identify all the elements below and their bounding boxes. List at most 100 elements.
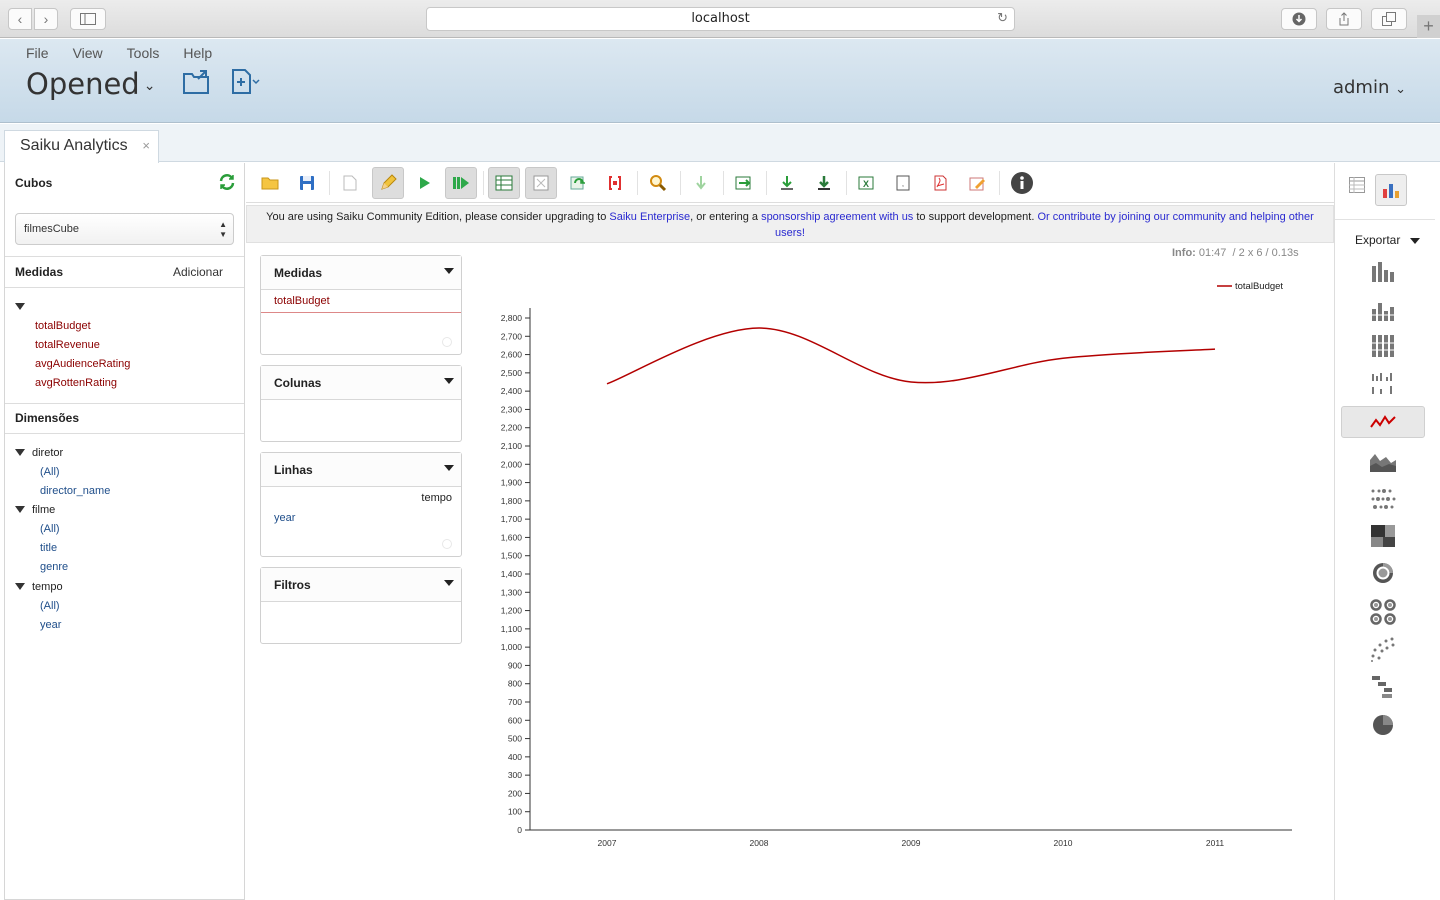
export-csv-button[interactable]: , — [887, 167, 919, 199]
x-tick-label: 2007 — [598, 838, 617, 848]
dropdown-arrow-icon[interactable] — [444, 378, 454, 384]
cube-select[interactable]: filmesCube ▲ ▼ — [15, 213, 234, 245]
sidebar-icon — [80, 13, 96, 25]
chart-type-scatter[interactable] — [1341, 633, 1425, 665]
export-xls-button[interactable]: X — [850, 167, 882, 199]
add-measure-button[interactable]: Adicionar — [173, 265, 223, 279]
chart-type-bar[interactable] — [1341, 256, 1425, 288]
collapse-triangle-icon[interactable] — [15, 303, 25, 310]
divider — [5, 403, 244, 404]
level-item[interactable]: genre — [40, 561, 68, 573]
dimension-tempo[interactable]: tempo — [32, 581, 63, 593]
close-icon[interactable]: × — [142, 131, 150, 161]
chart-type-multi-sunburst[interactable] — [1341, 596, 1425, 628]
chart-series — [606, 327, 1216, 385]
y-tick-label: 2,700 — [501, 331, 523, 341]
y-tick-label: 600 — [508, 715, 522, 725]
toggle-fields-button[interactable] — [488, 167, 520, 199]
chart-type-stacked[interactable] — [1341, 295, 1425, 327]
level-item[interactable]: director_name — [40, 485, 110, 497]
export-pdf-button[interactable] — [924, 167, 956, 199]
drill-across-button[interactable] — [771, 167, 803, 199]
new-query-button[interactable] — [334, 167, 366, 199]
share-button[interactable] — [1326, 8, 1362, 30]
tabs-overview-button[interactable] — [1371, 8, 1407, 30]
new-query-icon[interactable] — [231, 69, 261, 95]
chart-type-dot[interactable] — [1341, 483, 1425, 515]
measure-item[interactable]: totalRevenue — [35, 339, 100, 351]
chart-type-waterfall[interactable] — [1341, 671, 1425, 703]
collapse-triangle-icon[interactable] — [15, 583, 25, 590]
drill-through-export-button[interactable] — [808, 167, 840, 199]
menu-tools[interactable]: Tools — [127, 45, 160, 61]
level-chip[interactable]: year — [274, 512, 295, 524]
non-empty-button[interactable] — [599, 167, 631, 199]
open-folder-icon[interactable] — [183, 69, 213, 95]
opened-menu[interactable]: Opened ⌄ — [26, 67, 155, 101]
cubes-heading: Cubos — [15, 176, 53, 190]
measure-chip[interactable]: totalBudget — [274, 295, 330, 307]
x-tick-label: 2011 — [1206, 838, 1225, 848]
address-bar[interactable]: localhost ↻ — [426, 7, 1015, 31]
run-query-button[interactable] — [408, 167, 440, 199]
toggle-sidebar-button[interactable] — [525, 167, 557, 199]
mdx-button[interactable] — [642, 167, 674, 199]
refresh-icon[interactable] — [218, 173, 236, 191]
dropdown-arrow-icon[interactable] — [444, 580, 454, 586]
chart-type-heatgrid[interactable] — [1341, 520, 1425, 552]
level-item[interactable]: (All) — [40, 523, 60, 535]
chart-type-sunburst[interactable] — [1341, 557, 1425, 589]
about-button[interactable] — [1006, 167, 1038, 199]
x-tick-label: 2010 — [1054, 838, 1073, 848]
auto-execute-button[interactable] — [445, 167, 477, 199]
measure-item[interactable]: avgAudienceRating — [35, 358, 130, 370]
collapse-triangle-icon[interactable] — [15, 449, 25, 456]
reload-icon[interactable]: ↻ — [997, 8, 1008, 30]
y-tick-label: 2,500 — [501, 368, 523, 378]
export-label: Exportar — [1355, 233, 1401, 247]
pdf-icon — [934, 175, 947, 191]
new-tab-button[interactable]: + — [1417, 15, 1440, 38]
notice-text: , or entering a — [690, 211, 762, 223]
level-item[interactable]: title — [40, 542, 57, 554]
forward-button[interactable]: › — [34, 8, 58, 30]
y-tick-label: 1,800 — [501, 496, 523, 506]
table-view-icon[interactable] — [1349, 177, 1365, 193]
chart-type-area[interactable] — [1341, 446, 1425, 478]
dimension-filme[interactable]: filme — [32, 504, 55, 516]
collapse-triangle-icon[interactable] — [15, 506, 25, 513]
export-menu[interactable]: Exportar — [1355, 233, 1420, 247]
edit-query-button[interactable] — [372, 167, 404, 199]
export-image-button[interactable] — [961, 167, 993, 199]
zoom-mode-button[interactable] — [728, 167, 760, 199]
level-item[interactable]: (All) — [40, 600, 60, 612]
info-label: Info: — [1172, 247, 1196, 259]
chart-type-multiple[interactable] — [1341, 367, 1425, 399]
drillthrough-button[interactable] — [685, 167, 717, 199]
menu-file[interactable]: File — [26, 45, 49, 61]
measure-item[interactable]: avgRottenRating — [35, 377, 117, 389]
open-query-button[interactable] — [254, 167, 286, 199]
dimension-diretor[interactable]: diretor — [32, 447, 63, 459]
user-menu[interactable]: admin ⌄ — [1333, 77, 1406, 98]
tab-saiku-analytics[interactable]: Saiku Analytics × — [4, 130, 159, 163]
chart-type-100-percent[interactable] — [1341, 330, 1425, 362]
sponsorship-link[interactable]: sponsorship agreement with us — [761, 211, 913, 223]
back-button[interactable]: ‹ — [8, 8, 32, 30]
downloads-button[interactable] — [1281, 8, 1317, 30]
menu-view[interactable]: View — [73, 45, 103, 61]
sidebar-toggle-button[interactable] — [70, 8, 106, 30]
save-query-button[interactable] — [291, 167, 323, 199]
menu-help[interactable]: Help — [183, 45, 212, 61]
saiku-enterprise-link[interactable]: Saiku Enterprise — [609, 211, 690, 223]
chart-view-button[interactable] — [1375, 174, 1407, 206]
level-item[interactable]: (All) — [40, 466, 60, 478]
level-item[interactable]: year — [40, 619, 61, 631]
measure-item[interactable]: totalBudget — [35, 320, 91, 332]
dropdown-arrow-icon[interactable] — [444, 465, 454, 471]
chart-type-pie[interactable] — [1341, 709, 1425, 741]
swap-axis-button[interactable] — [562, 167, 594, 199]
dropdown-arrow-icon[interactable] — [444, 268, 454, 274]
chevron-down-icon: ⌄ — [1395, 82, 1406, 97]
chart-type-line[interactable] — [1341, 406, 1425, 438]
